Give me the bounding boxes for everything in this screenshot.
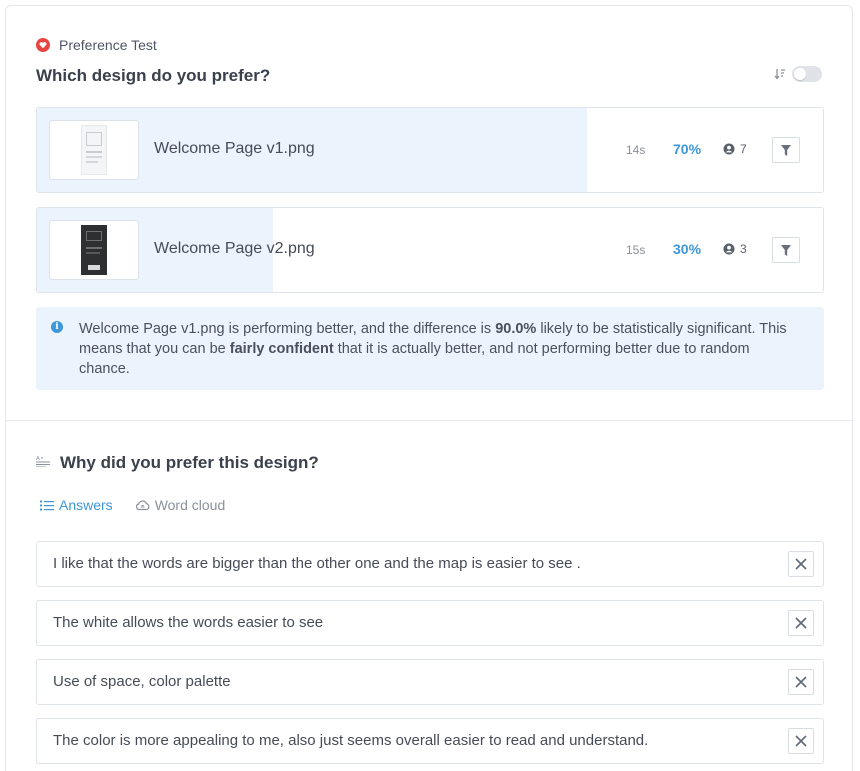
sort-icon[interactable] [774,67,786,81]
user-icon [723,243,735,255]
close-icon [795,676,807,688]
design-row[interactable]: Welcome Page v2.png 15s 30% 3 [36,207,824,293]
section-divider [6,420,854,421]
tab-answers[interactable]: Answers [40,497,113,513]
dark-page-thumbnail[interactable] [49,220,139,280]
voter-count-value: 7 [740,142,747,156]
significance-text: Welcome Page v1.png is performing better… [79,319,799,379]
test-type-header: Preference Test [36,37,157,53]
filter-button[interactable] [772,137,800,163]
answer-item: I like that the words are bigger than th… [36,541,824,587]
voter-count: 7 [723,142,747,156]
voter-count-value: 3 [740,242,747,256]
user-icon [723,143,735,155]
info-icon: i [51,321,63,333]
insight-part1: Welcome Page v1.png is performing better… [79,321,496,337]
light-page-thumbnail[interactable] [49,120,139,180]
answer-text: Use of space, color palette [53,673,231,690]
cloud-icon [135,500,150,511]
filter-button[interactable] [772,237,800,263]
answer-text: I like that the words are bigger than th… [53,555,581,572]
significance-info-box: i Welcome Page v1.png is performing bett… [36,307,824,390]
design-name: Welcome Page v1.png [154,140,315,157]
tab-answers-label: Answers [59,497,113,513]
design-preview [81,225,107,275]
results-card: Preference Test Which design do you pref… [5,5,854,771]
remove-answer-button[interactable] [788,551,814,577]
design-time: 15s [626,243,646,257]
question-title: Which design do you prefer? [36,66,271,85]
sort-toggle[interactable] [792,66,822,82]
tab-word-cloud-label: Word cloud [154,497,226,513]
design-percent: 70% [673,141,702,157]
remove-answer-button[interactable] [788,610,814,636]
design-time: 14s [626,143,646,157]
text-question-icon: A [36,456,50,467]
remove-answer-button[interactable] [788,728,814,754]
close-icon [795,558,807,570]
close-icon [795,617,807,629]
confidence-level: fairly confident [229,341,334,357]
test-type-label: Preference Test [59,37,157,53]
list-icon [40,500,54,510]
toggle-knob [794,68,806,80]
design-row[interactable]: Welcome Page v1.png 14s 70% 7 [36,107,824,193]
answer-item: Use of space, color palette [36,659,824,705]
voter-count: 3 [723,242,747,256]
svg-text:A: A [36,456,40,462]
design-preview [81,125,107,175]
design-percent: 30% [673,241,702,257]
answer-text: The white allows the words easier to see [53,614,324,631]
sort-controls [774,66,822,82]
answer-item: The white allows the words easier to see [36,600,824,646]
answer-item: The color is more appealing to me, also … [36,718,824,764]
filter-icon [781,144,791,156]
close-icon [795,735,807,747]
answer-text: The color is more appealing to me, also … [53,732,649,749]
view-tabs: Answers Word cloud [40,497,225,513]
followup-question-title: Why did you prefer this design? [60,453,319,472]
filter-icon [781,244,791,256]
tab-word-cloud[interactable]: Word cloud [135,497,226,513]
remove-answer-button[interactable] [788,669,814,695]
heart-icon [36,38,50,52]
design-name: Welcome Page v2.png [154,240,315,257]
confidence-percent: 90.0% [495,321,537,337]
